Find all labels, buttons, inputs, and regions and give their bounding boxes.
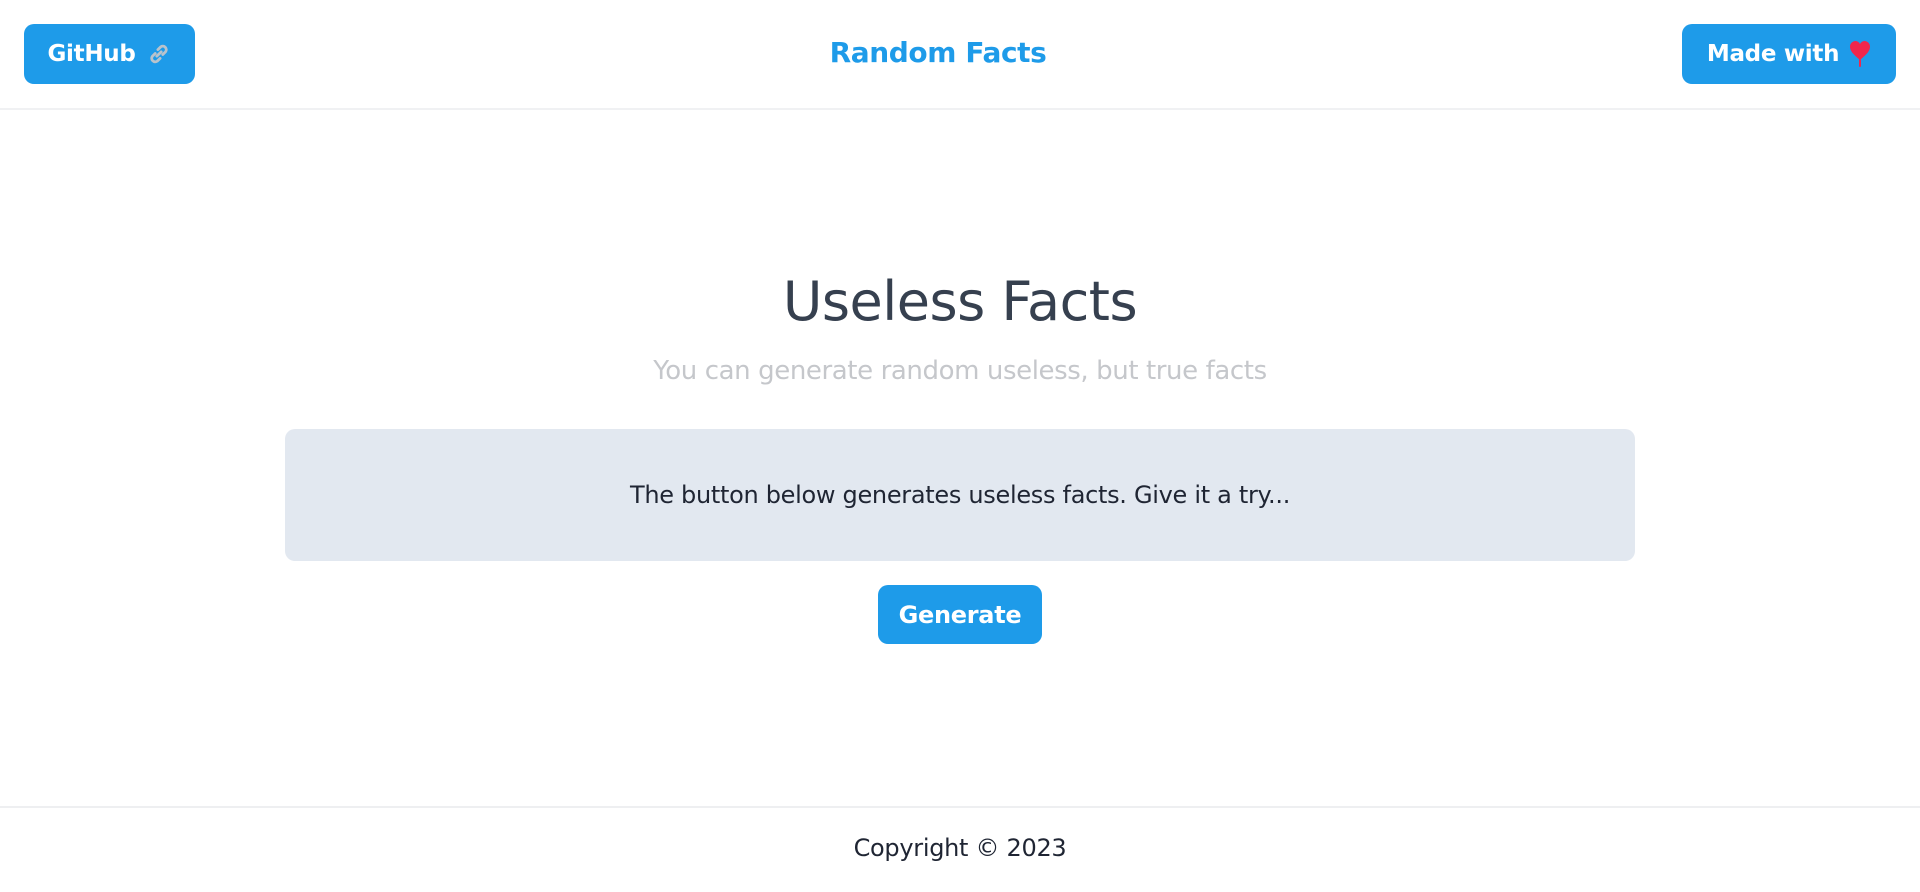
link-icon — [146, 41, 172, 67]
page-subtitle: You can generate random useless, but tru… — [653, 356, 1267, 386]
footer: Copyright © 2023 — [0, 806, 1920, 892]
brand-title[interactable]: Random Facts — [760, 28, 1116, 78]
generate-button[interactable]: Generate — [878, 585, 1042, 644]
made-with-button[interactable]: Made with — [1682, 24, 1896, 84]
github-button[interactable]: GitHub — [24, 24, 195, 84]
fact-text: The button below generates useless facts… — [629, 481, 1291, 509]
fact-display: The button below generates useless facts… — [285, 429, 1635, 561]
page-title: Useless Facts — [782, 270, 1138, 333]
made-with-label: Made with — [1706, 41, 1840, 67]
github-button-label: GitHub — [47, 41, 136, 67]
heart-icon — [1849, 40, 1871, 68]
header: GitHub Random Facts Made with — [0, 0, 1920, 110]
copyright-text: Copyright © 2023 — [853, 834, 1067, 862]
